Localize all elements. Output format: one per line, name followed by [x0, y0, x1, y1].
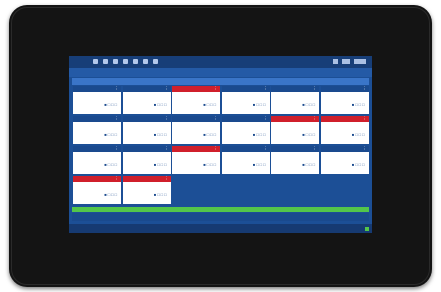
- tile-header: ⋮: [320, 86, 369, 92]
- tile-menu-icon[interactable]: ⋮: [214, 146, 219, 152]
- tile-status-icons: ■□□□: [351, 132, 366, 137]
- status-bar: [69, 224, 372, 233]
- home-icon[interactable]: [103, 59, 108, 64]
- device-tile[interactable]: ⋮ ■□□□: [73, 86, 121, 114]
- device-tile[interactable]: ⋮ ■□□□: [73, 176, 121, 204]
- tile-menu-icon[interactable]: ⋮: [263, 146, 268, 152]
- tile-header: ⋮: [73, 86, 121, 92]
- tile-menu-icon[interactable]: ⋮: [115, 146, 120, 152]
- tile-menu-icon[interactable]: ⋮: [214, 86, 219, 92]
- tile-header: ⋮: [271, 86, 319, 92]
- top-toolbar: [69, 56, 372, 68]
- tile-status-icons: ■□□□: [351, 102, 366, 107]
- tile-header: ⋮: [73, 146, 121, 152]
- device-tile[interactable]: ⋮ ■□□□: [221, 86, 270, 114]
- tile-status-icons: ■□□□: [203, 162, 217, 167]
- device-tile[interactable]: ⋮ ■□□□: [122, 146, 171, 174]
- tile-header: ⋮: [172, 86, 220, 92]
- breadcrumb-bar: [69, 68, 372, 77]
- user-icon[interactable]: [143, 59, 148, 64]
- device-tile[interactable]: ⋮ ■□□□: [73, 146, 121, 174]
- tile-menu-icon[interactable]: ⋮: [214, 116, 219, 122]
- tile-status-icons: ■□□□: [302, 162, 316, 167]
- tile-status-icons: ■□□□: [153, 162, 168, 167]
- tile-status-icons: ■□□□: [104, 132, 118, 137]
- device-tile[interactable]: ⋮ ■□□□: [320, 86, 369, 114]
- tile-menu-icon[interactable]: ⋮: [164, 86, 169, 92]
- tile-menu-icon[interactable]: ⋮: [115, 176, 120, 182]
- device-tile[interactable]: ⋮ ■□□□: [122, 116, 171, 144]
- app-screen: ⋮ ■□□□ ⋮ ■□□□ ⋮ ■□□□ ⋮ ■□□□ ⋮ ■□□□ ⋮ ■□□□ ⋮ ■□□□ ⋮ ■□□□…: [69, 56, 372, 233]
- tile-status-icons: ■□□□: [153, 132, 168, 137]
- list-icon[interactable]: [113, 59, 118, 64]
- tile-menu-icon[interactable]: ⋮: [313, 116, 318, 122]
- device-tile[interactable]: ⋮ ■□□□: [320, 116, 369, 144]
- tile-status-icons: ■□□□: [203, 102, 217, 107]
- tile-menu-icon[interactable]: ⋮: [362, 86, 367, 92]
- tile-status-icons: ■□□□: [302, 102, 316, 107]
- tile-header: ⋮: [221, 146, 270, 152]
- tile-header: ⋮: [73, 116, 121, 122]
- tile-menu-icon[interactable]: ⋮: [115, 116, 120, 122]
- device-tile[interactable]: ⋮ ■□□□: [271, 146, 319, 174]
- tile-menu-icon[interactable]: ⋮: [164, 116, 169, 122]
- device-tile[interactable]: ⋮ ■□□□: [122, 176, 171, 204]
- tile-status-icons: ■□□□: [252, 132, 267, 137]
- tile-header: ⋮: [221, 86, 270, 92]
- settings-icon[interactable]: [123, 59, 128, 64]
- tile-header: ⋮: [73, 176, 121, 182]
- device-tile[interactable]: ⋮ ■□□□: [172, 86, 220, 114]
- tile-menu-icon[interactable]: ⋮: [263, 86, 268, 92]
- lower-group-header[interactable]: [72, 213, 369, 221]
- tile-menu-icon[interactable]: ⋮: [115, 86, 120, 92]
- status-ok-bar: [72, 207, 369, 212]
- tile-header: ⋮: [271, 146, 319, 152]
- group-header[interactable]: [72, 78, 369, 85]
- tile-header: ⋮: [122, 116, 171, 122]
- tile-header: ⋮: [221, 116, 270, 122]
- tile-menu-icon[interactable]: ⋮: [313, 86, 318, 92]
- connection-indicator-icon: [365, 227, 369, 231]
- bell-icon[interactable]: [333, 59, 338, 64]
- chart-icon[interactable]: [133, 59, 138, 64]
- tile-status-icons: ■□□□: [252, 162, 267, 167]
- tile-header: ⋮: [122, 146, 171, 152]
- tile-status-icons: ■□□□: [104, 162, 118, 167]
- tile-header: ⋮: [122, 86, 171, 92]
- tile-menu-icon[interactable]: ⋮: [263, 116, 268, 122]
- wifi-icon: [342, 59, 350, 64]
- device-tile[interactable]: ⋮ ■□□□: [172, 146, 220, 174]
- tile-header: ⋮: [172, 146, 220, 152]
- device-tile[interactable]: ⋮ ■□□□: [172, 116, 220, 144]
- tile-header: ⋮: [172, 116, 220, 122]
- device-tile[interactable]: ⋮ ■□□□: [122, 86, 171, 114]
- tile-status-icons: ■□□□: [351, 162, 366, 167]
- tile-menu-icon[interactable]: ⋮: [164, 146, 169, 152]
- tile-header: ⋮: [320, 146, 369, 152]
- battery-icon: [354, 59, 366, 64]
- device-tile[interactable]: ⋮ ■□□□: [320, 146, 369, 174]
- tile-status-icons: ■□□□: [104, 102, 118, 107]
- menu-icon[interactable]: [93, 59, 98, 64]
- tile-status-icons: ■□□□: [252, 102, 267, 107]
- tile-menu-icon[interactable]: ⋮: [164, 176, 169, 182]
- tile-status-icons: ■□□□: [153, 192, 168, 197]
- tile-header: ⋮: [122, 176, 171, 182]
- device-tile[interactable]: ⋮ ■□□□: [221, 116, 270, 144]
- tile-menu-icon[interactable]: ⋮: [362, 116, 367, 122]
- device-tile[interactable]: ⋮ ■□□□: [221, 146, 270, 174]
- device-tile[interactable]: ⋮ ■□□□: [271, 116, 319, 144]
- tile-header: ⋮: [271, 116, 319, 122]
- tile-status-icons: ■□□□: [153, 102, 168, 107]
- grid-icon[interactable]: [153, 59, 158, 64]
- tile-menu-icon[interactable]: ⋮: [362, 146, 367, 152]
- tile-menu-icon[interactable]: ⋮: [313, 146, 318, 152]
- tile-status-icons: ■□□□: [203, 132, 217, 137]
- tile-status-icons: ■□□□: [104, 192, 118, 197]
- tile-header: ⋮: [320, 116, 369, 122]
- tile-status-icons: ■□□□: [302, 132, 316, 137]
- device-tile[interactable]: ⋮ ■□□□: [73, 116, 121, 144]
- device-tile[interactable]: ⋮ ■□□□: [271, 86, 319, 114]
